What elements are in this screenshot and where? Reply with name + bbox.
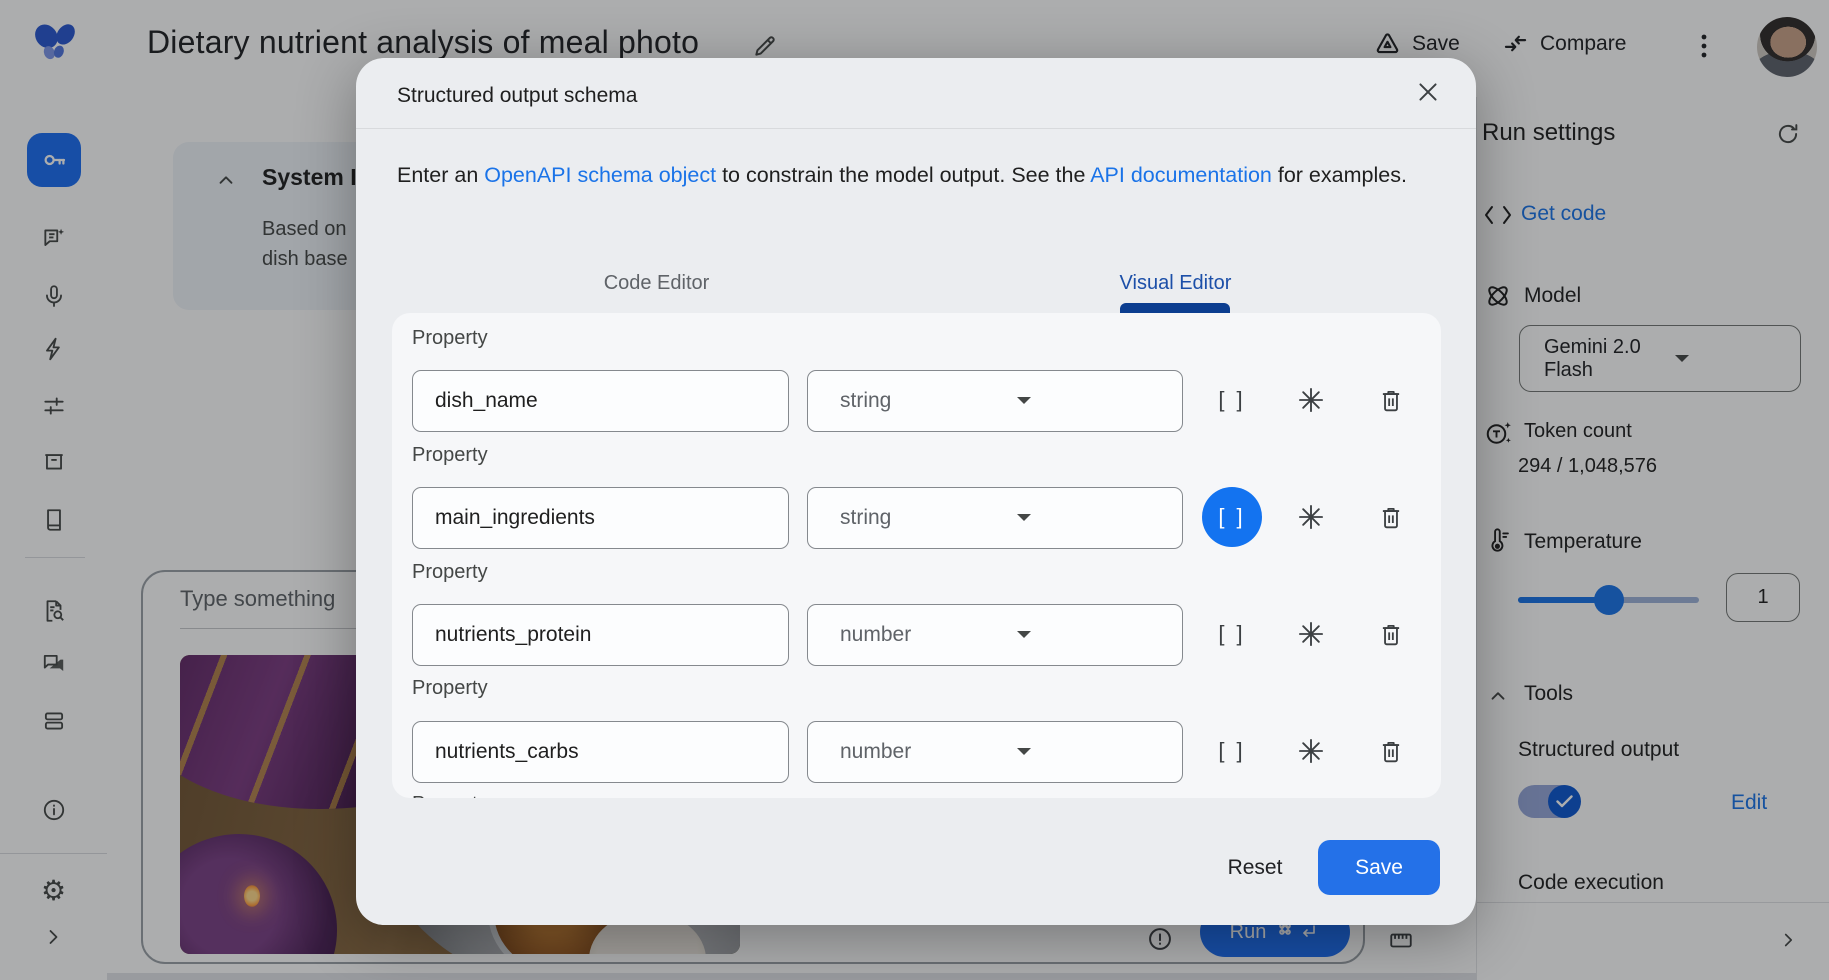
property-label: Property: [412, 444, 488, 467]
active-tab-indicator: [1120, 303, 1230, 313]
chevron-down-icon: [1016, 513, 1160, 523]
schema-properties-panel: Property dish_name string [ ] Property m…: [392, 313, 1441, 798]
divider: [356, 128, 1476, 129]
required-asterisk-icon[interactable]: [1297, 503, 1325, 531]
app-window: Dietary nutrient analysis of meal photo …: [0, 0, 1829, 980]
property-name-input[interactable]: main_ingredients: [412, 487, 789, 549]
property-type-select[interactable]: string: [807, 370, 1183, 432]
array-toggle-button-active[interactable]: [ ]: [1202, 487, 1262, 547]
property-name-input[interactable]: nutrients_carbs: [412, 721, 789, 783]
chevron-down-icon: [1016, 630, 1160, 640]
dialog-description: Enter an OpenAPI schema object to constr…: [397, 163, 1407, 188]
required-asterisk-icon[interactable]: [1297, 737, 1325, 765]
array-toggle-button[interactable]: [ ]: [1202, 721, 1262, 781]
structured-output-schema-dialog: Structured output schema Enter an OpenAP…: [356, 58, 1476, 925]
desc-text: to constrain the model output. See the: [716, 163, 1090, 187]
dialog-title: Structured output schema: [397, 84, 637, 108]
openapi-schema-link[interactable]: OpenAPI schema object: [484, 163, 716, 187]
property-name-input[interactable]: dish_name: [412, 370, 789, 432]
desc-text: for examples.: [1272, 163, 1407, 187]
array-toggle-button[interactable]: [ ]: [1202, 370, 1262, 430]
property-label: Property: [412, 677, 488, 700]
desc-text: Enter an: [397, 163, 484, 187]
chevron-down-icon: [1016, 747, 1160, 757]
chevron-down-icon: [1016, 396, 1160, 406]
property-type-select[interactable]: number: [807, 721, 1183, 783]
property-type-select[interactable]: number: [807, 604, 1183, 666]
editor-tabs: Code Editor Visual Editor: [397, 254, 1435, 312]
delete-property-icon[interactable]: [1378, 738, 1404, 764]
delete-property-icon[interactable]: [1378, 504, 1404, 530]
property-label: Property: [412, 561, 488, 584]
property-type-select[interactable]: string: [807, 487, 1183, 549]
required-asterisk-icon[interactable]: [1297, 620, 1325, 648]
property-label: Property: [412, 793, 488, 798]
required-asterisk-icon[interactable]: [1297, 386, 1325, 414]
delete-property-icon[interactable]: [1378, 621, 1404, 647]
api-documentation-link[interactable]: API documentation: [1090, 163, 1272, 187]
tab-code-editor[interactable]: Code Editor: [397, 254, 916, 312]
reset-button[interactable]: Reset: [1205, 840, 1305, 895]
property-name-input[interactable]: nutrients_protein: [412, 604, 789, 666]
dialog-save-button[interactable]: Save: [1318, 840, 1440, 895]
array-toggle-button[interactable]: [ ]: [1202, 604, 1262, 664]
delete-property-icon[interactable]: [1378, 387, 1404, 413]
close-icon[interactable]: [1412, 76, 1444, 108]
property-label: Property: [412, 327, 488, 350]
